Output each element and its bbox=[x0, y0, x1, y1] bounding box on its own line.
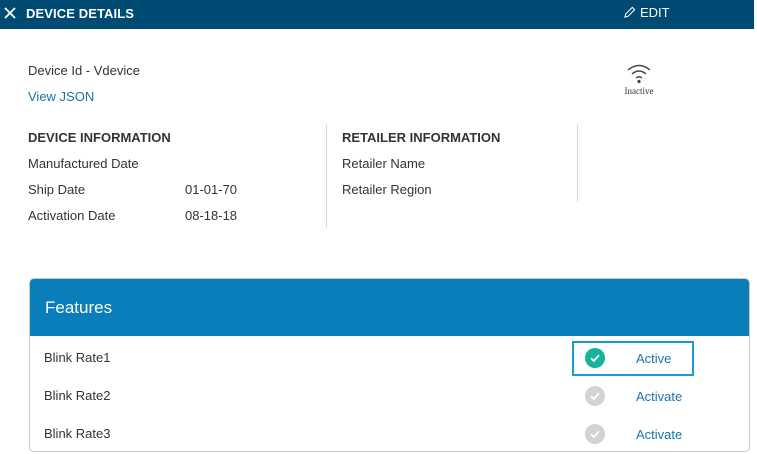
feature-name: Blink Rate1 bbox=[44, 350, 111, 365]
device-information-section: DEVICE INFORMATION bbox=[28, 130, 171, 145]
feature-row: Blink Rate2 Activate bbox=[30, 378, 749, 416]
section-divider bbox=[326, 124, 327, 228]
connection-status: Inactive bbox=[618, 62, 660, 96]
features-panel: Features Blink Rate1 Active Blink Rate2 … bbox=[29, 278, 750, 452]
retailer-label: Retailer Region bbox=[342, 182, 432, 197]
info-value: 08-18-18 bbox=[185, 208, 238, 223]
edit-label: EDIT bbox=[640, 5, 670, 20]
info-label: Manufactured Date bbox=[28, 156, 139, 171]
section-divider bbox=[577, 124, 578, 202]
feature-name: Blink Rate3 bbox=[44, 426, 111, 441]
active-feature-highlight bbox=[572, 341, 694, 376]
features-title: Features bbox=[30, 279, 749, 336]
view-json-link[interactable]: View JSON bbox=[28, 89, 94, 104]
retailer-information-section: RETAILER INFORMATION bbox=[342, 130, 500, 145]
info-label: Activation Date bbox=[28, 208, 116, 223]
close-icon[interactable] bbox=[3, 6, 17, 20]
feature-action-link[interactable]: Activate bbox=[636, 427, 682, 442]
check-circle-icon bbox=[585, 386, 605, 406]
info-label: Ship Date bbox=[28, 182, 86, 197]
wifi-icon bbox=[627, 64, 651, 84]
top-bar: DEVICE DETAILS EDIT bbox=[0, 0, 754, 29]
feature-row: Blink Rate3 Activate bbox=[30, 416, 749, 451]
device-id: Device Id - Vdevice bbox=[28, 63, 140, 78]
retailer-label: Retailer Name bbox=[342, 156, 426, 171]
edit-button[interactable]: EDIT bbox=[623, 5, 670, 20]
retailer-information-heading: RETAILER INFORMATION bbox=[342, 130, 501, 145]
feature-name: Blink Rate2 bbox=[44, 388, 111, 403]
pencil-icon bbox=[624, 6, 636, 18]
device-information-heading: DEVICE INFORMATION bbox=[28, 130, 171, 145]
check-circle-icon bbox=[585, 424, 605, 444]
info-value: 01-01-70 bbox=[185, 182, 238, 197]
status-label: Inactive bbox=[624, 86, 654, 96]
page-title: DEVICE DETAILS bbox=[26, 6, 135, 21]
feature-action-link[interactable]: Activate bbox=[636, 389, 682, 404]
